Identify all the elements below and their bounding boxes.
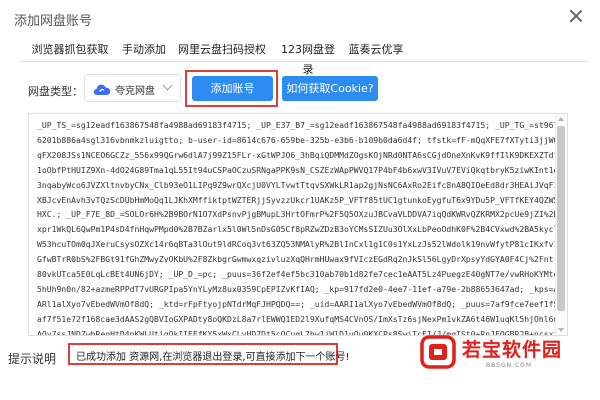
hint-label: 提示说明 [8,352,57,366]
netdisk-type-label: 网盘类型： [28,85,83,98]
watermark-subtitle: BBSGN.COM [486,362,533,369]
netdisk-type-select[interactable]: 夸克网盘 [84,74,181,102]
add-account-button[interactable]: 添加账号 [192,76,273,101]
scroll-up-icon[interactable] [558,117,564,121]
watermark-title: 若宝软件园 [462,339,563,361]
close-icon[interactable] [566,6,586,26]
how-to-get-cookie-button[interactable]: 如何获取Cookie? [282,76,378,101]
tab-123pan-login[interactable]: 123网盘登录 [276,40,340,76]
cookie-textarea[interactable]: _UP_TS_=sg12eadf163867548fa4988ad69183f4… [28,113,568,336]
brand-logo-icon [420,335,456,369]
scroll-down-icon[interactable] [558,328,564,332]
selected-netdisk: 夸克网盘 [115,86,155,97]
scrollbar[interactable] [555,114,567,335]
hint-message: 已成功添加 资源网,在浏览器退出登录,可直接添加下一个账号! [76,352,350,363]
tab-lanzou-premium[interactable]: 蓝奏云优享 [348,40,404,62]
chevron-down-icon [163,82,173,92]
hint-message-box: 已成功添加 资源网,在浏览器退出登录,可直接添加下一个账号! [68,343,350,365]
watermark-logo: 若宝软件园 BBSGN.COM [420,333,592,373]
tab-browser-capture[interactable]: 浏览器抓包获取 [26,40,114,62]
scrollbar-thumb[interactable] [557,126,565,311]
tab-manual-add[interactable]: 手动添加 [118,40,170,62]
tab-qr-auth[interactable]: 网里云盘扫码授权 [172,40,272,62]
title-bar: 添加网盘账号 [0,0,600,34]
cookie-text: _UP_TS_=sg12eadf163867548fa4988ad69183f4… [37,120,559,336]
tab-bar: 浏览器抓包获取 手动添加 网里云盘扫码授权 123网盘登录 蓝奏云优享 [20,40,588,76]
window-title: 添加网盘账号 [14,14,93,29]
quark-cloud-icon [93,84,111,95]
